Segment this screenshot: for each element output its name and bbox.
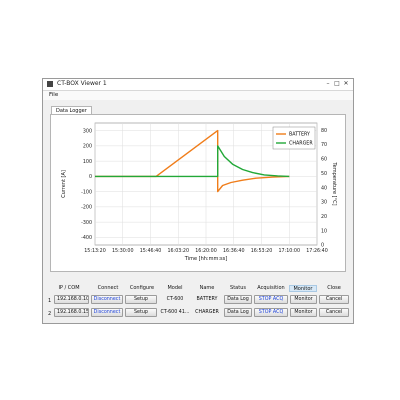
close-button[interactable]: ✕: [343, 80, 349, 87]
y2-tick-label: 80: [321, 128, 327, 134]
x-tick-label: 17:26:40: [306, 248, 328, 254]
monitor-button[interactable]: Monitor: [290, 308, 317, 317]
legend-label: CHARGER: [289, 141, 313, 147]
row-index: 2: [48, 311, 52, 317]
y2-tick-label: 40: [321, 185, 327, 191]
x-axis-label: Time [hh:mm:ss]: [184, 256, 227, 262]
x-tick-label: 15:46:40: [140, 248, 162, 254]
y2-tick-label: 70: [321, 142, 327, 148]
y-tick-label: -400: [81, 235, 92, 241]
y-tick-label: -100: [81, 189, 92, 195]
header-monitor[interactable]: Monitor: [289, 285, 317, 292]
x-tick-label: 16:20:00: [195, 248, 217, 254]
header-close: Close: [327, 285, 341, 291]
monitor-button[interactable]: Monitor: [290, 295, 317, 304]
data-log-button[interactable]: Data Log: [224, 295, 252, 304]
cancel-button[interactable]: Cancel: [319, 308, 349, 317]
header-acquisition: Acquisition: [257, 285, 285, 291]
line-chart: 15:13:20 15:30:00 15:46:40 16:03:20 16:20:00…: [61, 122, 337, 262]
y-tick-label: 300: [83, 128, 92, 134]
data-log-button[interactable]: Data Log: [224, 308, 252, 317]
chart-panel: 15:13:20 15:30:00 15:46:40 16:03:20 16:20:00…: [50, 114, 346, 272]
header-model: Model: [167, 285, 183, 291]
title-bar: CT-BOX Viewer 1 – □ ✕: [43, 79, 353, 91]
app-icon: [47, 81, 53, 87]
y-tick-label: -300: [81, 220, 92, 226]
x-tick-label: 17:10:00: [278, 248, 300, 254]
app-window: CT-BOX Viewer 1 – □ ✕ File Data Logger 1…: [42, 78, 354, 324]
window-title: CT-BOX Viewer 1: [57, 80, 107, 87]
x-tick-label: 16:03:20: [167, 248, 189, 254]
setup-button[interactable]: Setup: [125, 295, 157, 304]
header-connect: Connect: [97, 285, 119, 291]
minimize-button[interactable]: –: [325, 80, 331, 87]
model-cell: CT-600: [166, 297, 184, 302]
ip-field[interactable]: 192.168.0.10: [54, 295, 89, 304]
name-cell: CHARGER: [195, 310, 219, 315]
x-tick-label: 16:53:20: [251, 248, 273, 254]
x-tick-label: 15:30:00: [112, 248, 134, 254]
menu-bar: File: [43, 91, 353, 100]
y2-axis-label: Temperature [°C]: [331, 161, 337, 205]
cancel-button[interactable]: Cancel: [319, 295, 349, 304]
y2-tick-label: 50: [321, 171, 327, 177]
y2-tick-label: 10: [321, 228, 327, 234]
stop-acq-button[interactable]: STOP ACQ: [254, 308, 288, 317]
y2-tick-label: 20: [321, 214, 327, 220]
y-tick-label: -200: [81, 205, 92, 211]
disconnect-button[interactable]: Disconnect: [91, 308, 123, 317]
setup-button[interactable]: Setup: [125, 308, 157, 317]
header-status: Status: [230, 285, 246, 291]
ip-field[interactable]: 192.168.0.15: [54, 308, 89, 317]
maximize-button[interactable]: □: [334, 80, 340, 87]
menu-file[interactable]: File: [49, 91, 58, 100]
name-cell: BATTERY: [196, 297, 218, 302]
legend-label: BATTERY: [289, 132, 310, 138]
chart-legend: BATTERY CHARGER: [272, 126, 316, 150]
y2-tick-label: 30: [321, 200, 327, 206]
x-tick-label: 16:36:40: [223, 248, 245, 254]
stop-acq-button[interactable]: STOP ACQ: [254, 295, 288, 304]
y-tick-label: 0: [89, 174, 92, 180]
header-ip: IP / COM: [58, 285, 80, 291]
header-name: Name: [199, 285, 215, 291]
y-tick-label: 100: [83, 159, 92, 165]
x-tick-label: 15:13:20: [84, 248, 106, 254]
disconnect-button[interactable]: Disconnect: [91, 295, 123, 304]
row-index: 1: [48, 298, 52, 304]
model-cell: CT-600 41...: [160, 310, 190, 315]
y2-tick-label: 0: [321, 243, 324, 249]
y-tick-label: 200: [83, 144, 92, 150]
y2-tick-label: 60: [321, 157, 327, 163]
header-configure: Configure: [129, 285, 155, 291]
y-axis-label: Current [A]: [61, 170, 67, 198]
